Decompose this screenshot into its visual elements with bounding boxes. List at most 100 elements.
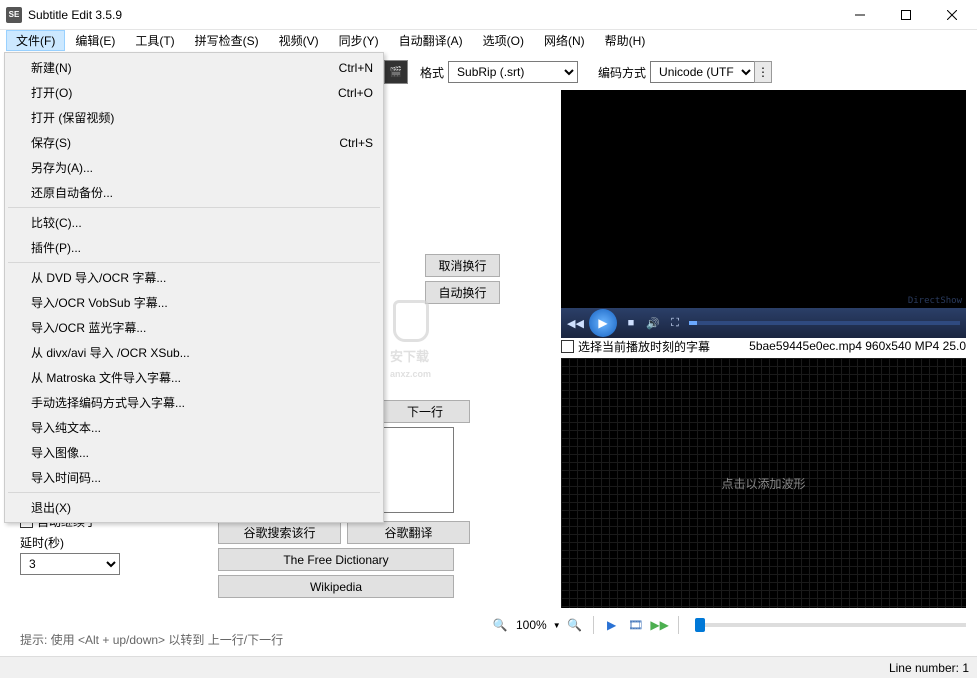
- zoom-in-icon[interactable]: 🔍: [565, 615, 585, 635]
- clapperboard-icon[interactable]: 🎬: [384, 60, 408, 84]
- menu-item-label: 导入时间码...: [31, 469, 373, 486]
- video-panel: DirectShow ◀◀ ▶ ■ 🔊 ⛶: [561, 90, 966, 338]
- minimize-button[interactable]: [837, 0, 883, 30]
- format-label: 格式: [420, 64, 444, 81]
- stop-icon[interactable]: ■: [623, 317, 639, 329]
- wikipedia-button[interactable]: Wikipedia: [218, 575, 454, 598]
- file-menu-dropdown: 新建(N)Ctrl+N 打开(O)Ctrl+O 打开 (保留视频) 保存(S)C…: [4, 52, 384, 523]
- film-icon[interactable]: 🎞: [626, 615, 646, 635]
- video-controls: ◀◀ ▶ ■ 🔊 ⛶: [561, 308, 966, 338]
- cancel-wrap-button[interactable]: 取消换行: [425, 254, 500, 277]
- menu-video[interactable]: 视频(V): [269, 30, 329, 51]
- line-number-status: Line number: 1: [889, 661, 969, 675]
- separator: [593, 616, 594, 634]
- menu-tools[interactable]: 工具(T): [125, 30, 184, 51]
- menubar: 文件(F) 编辑(E) 工具(T) 拼写检查(S) 视频(V) 同步(Y) 自动…: [0, 30, 977, 50]
- menu-item-import-manual-encoding[interactable]: 手动选择编码方式导入字幕...: [7, 390, 381, 415]
- waveform-panel[interactable]: 点击以添加波形: [561, 358, 966, 608]
- menu-item-import-image[interactable]: 导入图像...: [7, 440, 381, 465]
- auto-wrap-button[interactable]: 自动换行: [425, 281, 500, 304]
- menu-item-label: 打开(O): [31, 84, 338, 101]
- video-file-info: 5bae59445e0ec.mp4 960x540 MP4 25.0: [749, 339, 966, 353]
- wrap-buttons: 取消换行 自动换行: [425, 254, 500, 308]
- menu-item-label: 从 DVD 导入/OCR 字幕...: [31, 269, 373, 286]
- play-button[interactable]: ▶: [589, 309, 617, 337]
- menu-separator: [8, 492, 380, 493]
- format-select[interactable]: SubRip (.srt): [448, 61, 578, 83]
- watermark: 安下载anxz.com: [390, 300, 431, 380]
- menu-separator: [8, 207, 380, 208]
- menu-item-open-keepvideo[interactable]: 打开 (保留视频): [7, 105, 381, 130]
- menu-item-import-vobsub[interactable]: 导入/OCR VobSub 字幕...: [7, 290, 381, 315]
- menu-item-label: 导入纯文本...: [31, 419, 373, 436]
- next-line-button[interactable]: 下一行: [380, 400, 470, 423]
- menu-item-new[interactable]: 新建(N)Ctrl+N: [7, 55, 381, 80]
- menu-item-label: 导入图像...: [31, 444, 373, 461]
- prev-icon[interactable]: ◀◀: [567, 317, 583, 330]
- fast-forward-icon[interactable]: ▶▶: [650, 615, 670, 635]
- menu-item-label: 比较(C)...: [31, 214, 373, 231]
- directshow-label: DirectShow: [908, 296, 962, 306]
- menu-item-label: 另存为(A)...: [31, 159, 373, 176]
- zoom-out-icon[interactable]: 🔍: [490, 615, 510, 635]
- encoding-dropdown-button[interactable]: ⋮: [754, 61, 772, 83]
- menu-item-import-matroska[interactable]: 从 Matroska 文件导入字幕...: [7, 365, 381, 390]
- encoding-select[interactable]: Unicode (UTF-8): [650, 61, 755, 83]
- statusbar: Line number: 1: [0, 656, 977, 678]
- menu-item-label: 保存(S): [31, 134, 339, 151]
- menu-separator: [8, 262, 380, 263]
- fullscreen-icon[interactable]: ⛶: [667, 317, 683, 330]
- delay-label: 延时(秒): [20, 534, 210, 551]
- menu-file[interactable]: 文件(F): [6, 30, 65, 51]
- menu-item-accel: Ctrl+S: [339, 136, 373, 150]
- google-search-button[interactable]: 谷歌搜索该行: [218, 521, 341, 544]
- menu-item-save[interactable]: 保存(S)Ctrl+S: [7, 130, 381, 155]
- menu-options[interactable]: 选项(O): [473, 30, 534, 51]
- menu-item-label: 导入/OCR 蓝光字幕...: [31, 319, 373, 336]
- menu-item-import-bluray[interactable]: 导入/OCR 蓝光字幕...: [7, 315, 381, 340]
- menu-item-open[interactable]: 打开(O)Ctrl+O: [7, 80, 381, 105]
- close-button[interactable]: [929, 0, 975, 30]
- waveform-toolbar: 🔍 100% ▼ 🔍 ▶ 🎞 ▶▶: [490, 613, 966, 637]
- menu-item-restore-backup[interactable]: 还原自动备份...: [7, 180, 381, 205]
- app-icon: SE: [6, 7, 22, 23]
- waveform-hint: 点击以添加波形: [721, 475, 805, 492]
- toolbar: 🎬 格式 SubRip (.srt) 编码方式 Unicode (UTF-8) …: [384, 57, 967, 87]
- seek-bar[interactable]: [689, 321, 960, 325]
- delay-select[interactable]: 3: [20, 553, 120, 575]
- position-slider[interactable]: [695, 623, 966, 627]
- select-current-label: 选择当前播放时刻的字幕: [578, 338, 710, 355]
- menu-item-accel: Ctrl+N: [339, 61, 373, 75]
- menu-item-exit[interactable]: 退出(X): [7, 495, 381, 520]
- separator: [678, 616, 679, 634]
- maximize-button[interactable]: [883, 0, 929, 30]
- menu-item-label: 退出(X): [31, 499, 373, 516]
- menu-item-import-dvd[interactable]: 从 DVD 导入/OCR 字幕...: [7, 265, 381, 290]
- titlebar: SE Subtitle Edit 3.5.9: [0, 0, 977, 30]
- video-info-row: 选择当前播放时刻的字幕 5bae59445e0ec.mp4 960x540 MP…: [561, 338, 966, 354]
- google-translate-button[interactable]: 谷歌翻译: [347, 521, 470, 544]
- play-small-icon[interactable]: ▶: [602, 615, 622, 635]
- menu-item-import-timecode[interactable]: 导入时间码...: [7, 465, 381, 490]
- menu-item-label: 从 divx/avi 导入 /OCR XSub...: [31, 344, 373, 361]
- menu-item-accel: Ctrl+O: [338, 86, 373, 100]
- select-current-checkbox[interactable]: [561, 340, 574, 353]
- menu-item-save-as[interactable]: 另存为(A)...: [7, 155, 381, 180]
- volume-icon[interactable]: 🔊: [645, 317, 661, 330]
- free-dictionary-button[interactable]: The Free Dictionary: [218, 548, 454, 571]
- menu-item-label: 从 Matroska 文件导入字幕...: [31, 369, 373, 386]
- zoom-level: 100%: [514, 618, 549, 632]
- menu-edit[interactable]: 编辑(E): [65, 30, 125, 51]
- menu-item-label: 手动选择编码方式导入字幕...: [31, 394, 373, 411]
- menu-sync[interactable]: 同步(Y): [329, 30, 389, 51]
- menu-autotranslate[interactable]: 自动翻译(A): [389, 30, 473, 51]
- menu-network[interactable]: 网络(N): [534, 30, 595, 51]
- menu-help[interactable]: 帮助(H): [595, 30, 656, 51]
- menu-item-import-xsub[interactable]: 从 divx/avi 导入 /OCR XSub...: [7, 340, 381, 365]
- zoom-dropdown-icon[interactable]: ▼: [553, 621, 561, 630]
- menu-item-compare[interactable]: 比较(C)...: [7, 210, 381, 235]
- menu-spellcheck[interactable]: 拼写检查(S): [185, 30, 269, 51]
- menu-item-label: 新建(N): [31, 59, 339, 76]
- menu-item-plugins[interactable]: 插件(P)...: [7, 235, 381, 260]
- menu-item-import-plaintext[interactable]: 导入纯文本...: [7, 415, 381, 440]
